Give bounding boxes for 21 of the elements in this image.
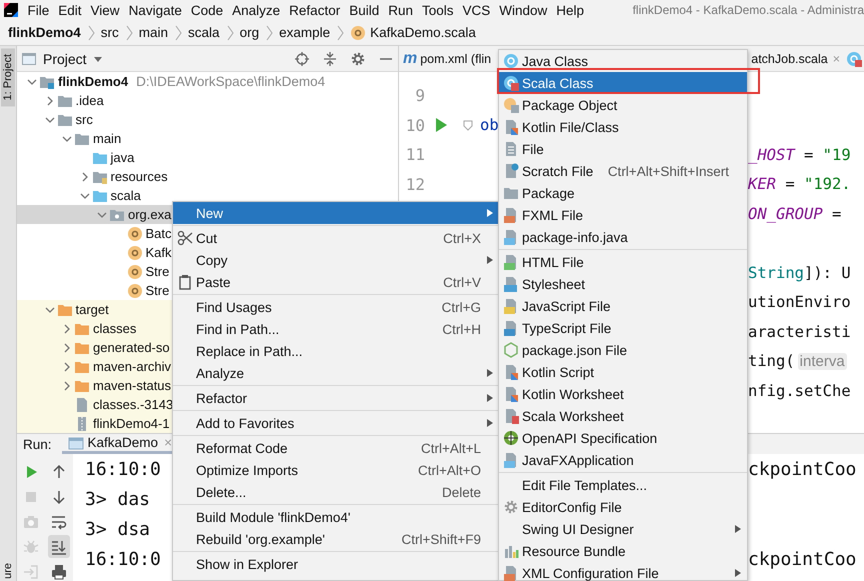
panel-label: Run: <box>23 436 52 452</box>
console-line: 3> dsa <box>85 518 150 540</box>
line-number: 9 <box>414 86 425 106</box>
code-line: ob <box>480 116 499 134</box>
console-line: ckpointCoo <box>748 458 858 480</box>
code-line: ting( interva <box>748 352 848 370</box>
console-line: 3> das <box>85 488 150 510</box>
code-line: ON_GROUP = <box>748 204 842 223</box>
code-line: aracteristi <box>748 322 852 341</box>
line-number: 10 <box>404 116 425 135</box>
line-number: 12 <box>404 174 425 194</box>
console-line: ckpointCoo <box>748 548 858 570</box>
code-line: nfig.setChe <box>748 382 852 400</box>
code-line: String]): U <box>748 264 852 282</box>
code-line: utionEnviro <box>748 293 852 312</box>
code-line: KER = "192. <box>748 175 852 194</box>
console-line: 16:10:0 <box>85 458 161 480</box>
window-title: flinkDemo4 - KafkaDemo.scala - Administra <box>632 3 864 17</box>
line-number: 11 <box>404 145 425 164</box>
console-line: 16:10:0 <box>85 548 161 570</box>
code-line: _HOST = "19 <box>748 146 852 164</box>
